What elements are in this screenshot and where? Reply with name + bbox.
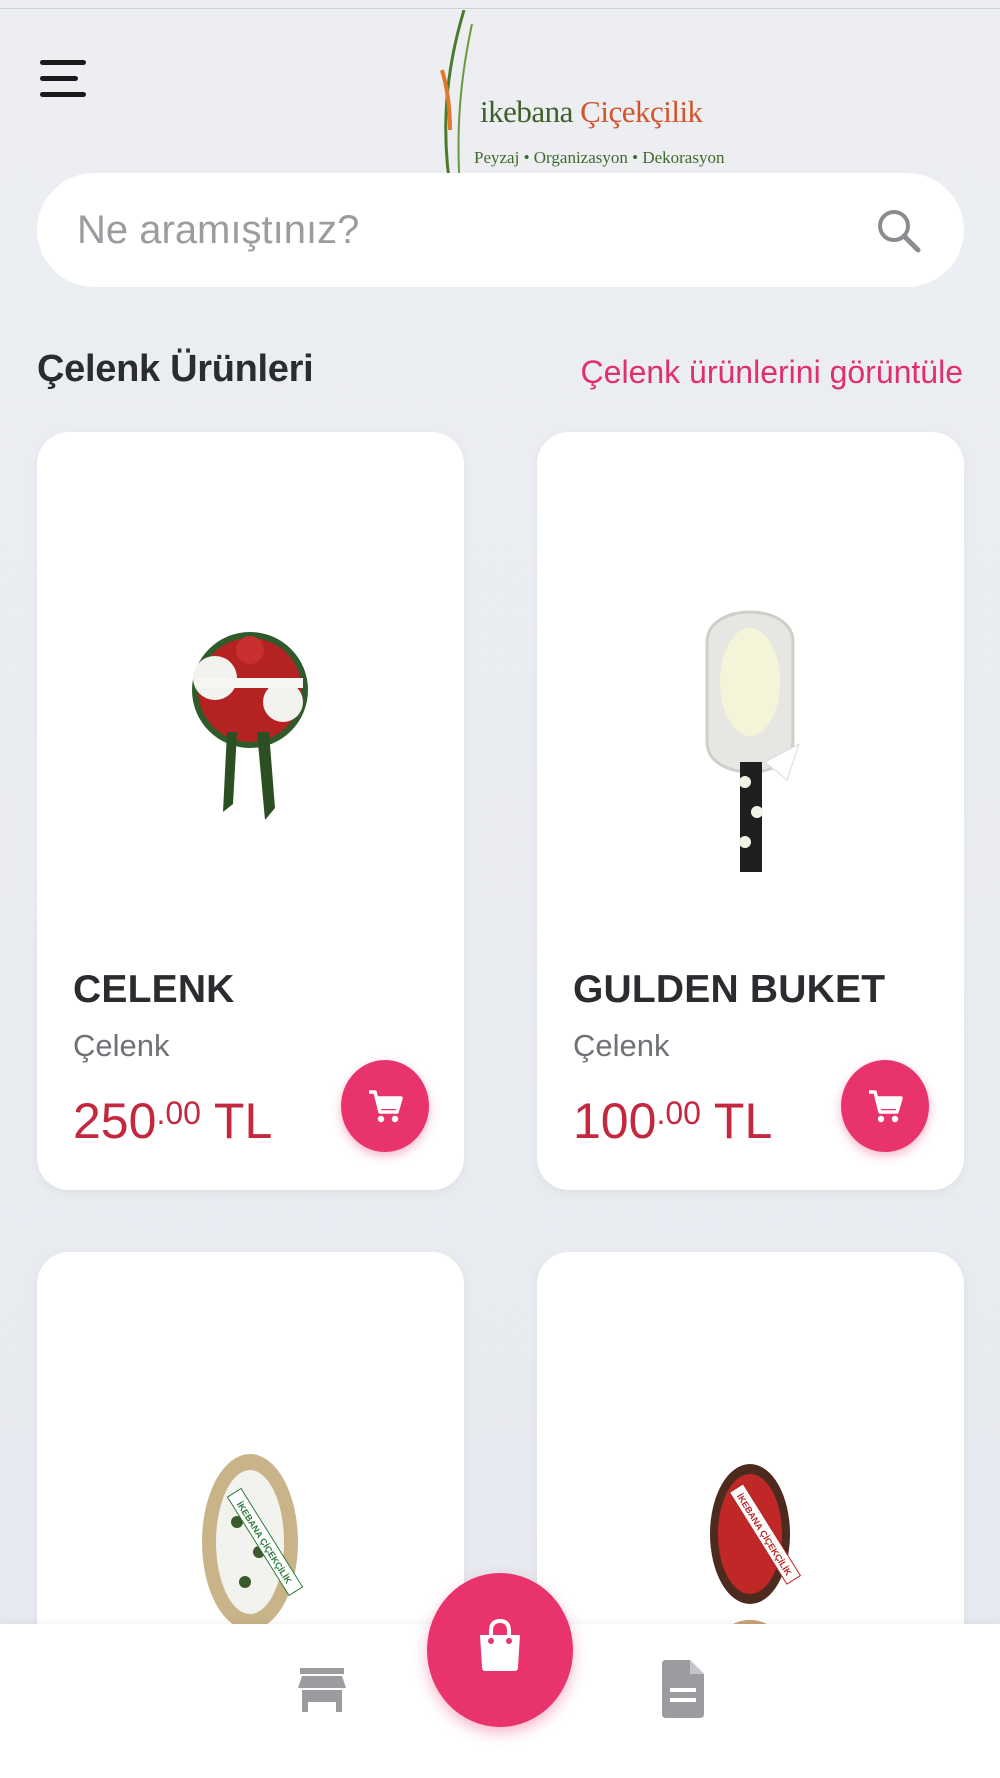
search-input[interactable] [77,195,857,265]
product-card[interactable]: GULDEN BUKET Çelenk 100.00 TL [537,432,964,1190]
logo: ikebana Çiçekçilik Peyzaj • Organizasyon… [430,10,724,200]
view-all-link[interactable]: Çelenk ürünlerini görüntüle [581,354,963,391]
status-divider [0,8,1000,9]
section-title: Çelenk Ürünleri [37,348,314,390]
logo-text-main: ebana [503,94,573,129]
product-name: CELENK [73,968,235,1011]
search-bar[interactable] [37,173,964,287]
shopping-bag-button[interactable] [427,1573,573,1727]
cart-icon [369,1090,403,1123]
product-image [705,610,800,872]
cart-icon [869,1090,903,1123]
shopping-bag-icon [480,1619,520,1671]
logo-text-prefix: ik [480,94,504,129]
logo-tagline: Peyzaj • Organizasyon • Dekorasyon [474,148,725,167]
product-price: 100.00 TL [573,1093,773,1149]
logo-text-suffix: Çiçekçilik [580,94,703,129]
hamburger-menu-icon[interactable] [36,56,90,102]
search-icon[interactable] [874,206,924,256]
product-price: 250.00 TL [73,1093,273,1149]
product-name: GULDEN BUKET [573,968,886,1011]
product-category: Çelenk [573,1028,670,1063]
product-image [192,632,308,820]
store-icon[interactable] [296,1664,348,1716]
add-to-cart-button[interactable] [341,1060,429,1152]
product-category: Çelenk [73,1028,170,1063]
product-card[interactable]: CELENK Çelenk 250.00 TL [37,432,464,1190]
add-to-cart-button[interactable] [841,1060,929,1152]
document-icon[interactable] [660,1660,706,1718]
